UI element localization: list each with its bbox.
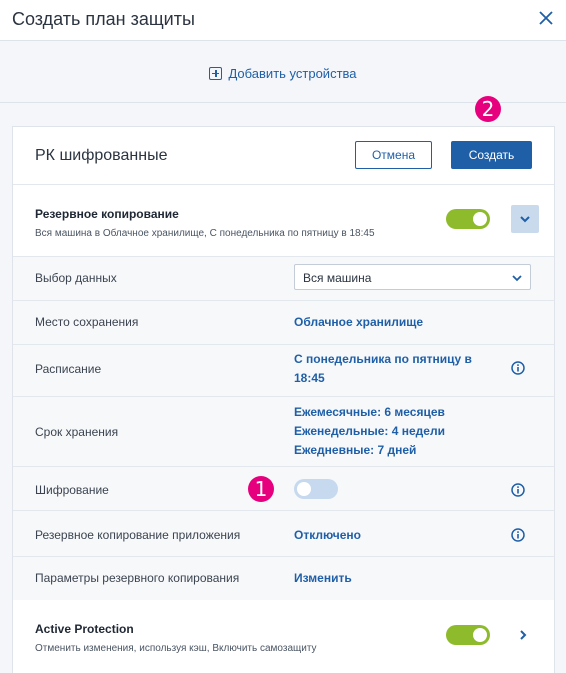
collapse-backup-button[interactable] (511, 205, 539, 233)
active-protection-section[interactable]: Active Protection Отменить изменения, ис… (13, 600, 554, 673)
backup-module-toggle[interactable] (446, 209, 490, 229)
divider (13, 396, 554, 397)
data-selection-dropdown[interactable]: Вся машина (294, 264, 531, 290)
retention-weekly[interactable]: Еженедельные: 4 недели (294, 424, 445, 438)
dialog-title: Создать план защиты (12, 9, 195, 29)
divider (13, 344, 554, 345)
chevron-down-icon (520, 216, 530, 223)
step-badge-2: 2 (475, 96, 501, 122)
destination-value[interactable]: Облачное хранилище (294, 315, 423, 329)
chevron-right-icon[interactable] (519, 629, 527, 641)
create-button[interactable]: Создать (451, 141, 532, 169)
plan-card: РК шифрованные Отмена Создать Резервное … (12, 126, 555, 673)
schedule-value-line2[interactable]: 18:45 (294, 371, 325, 385)
add-box-icon (209, 67, 223, 80)
cancel-button[interactable]: Отмена (355, 141, 432, 169)
retention-label: Срок хранения (35, 425, 119, 439)
backup-options-label: Параметры резервного копирования (35, 571, 240, 585)
active-protection-toggle[interactable] (446, 625, 490, 645)
divider (13, 466, 554, 467)
backup-options-value[interactable]: Изменить (294, 571, 352, 585)
info-icon[interactable] (511, 361, 525, 375)
close-icon[interactable] (536, 8, 556, 28)
divider (13, 510, 554, 511)
divider (13, 556, 554, 557)
divider (13, 300, 554, 301)
divider (13, 256, 554, 257)
chevron-down-icon (512, 275, 522, 282)
backup-module-summary: Вся машина в Облачное хранилище, С понед… (35, 228, 375, 239)
schedule-label: Расписание (35, 362, 102, 376)
info-icon[interactable] (511, 528, 525, 542)
active-protection-title: Active Protection (35, 622, 134, 636)
plan-name[interactable]: РК шифрованные (35, 147, 167, 165)
add-devices-label: Добавить устройства (228, 66, 357, 81)
info-icon[interactable] (511, 483, 525, 497)
dialog-header: Создать план защиты (0, 0, 566, 41)
add-devices-link[interactable]: Добавить устройства (0, 66, 566, 81)
step-badge-1: 1 (248, 476, 274, 502)
app-backup-value[interactable]: Отключено (294, 528, 361, 542)
active-protection-summary: Отменить изменения, используя кэш, Включ… (35, 643, 317, 654)
retention-monthly[interactable]: Ежемесячные: 6 месяцев (294, 405, 445, 419)
divider (13, 184, 554, 185)
backup-module-title: Резервное копирование (35, 207, 179, 221)
retention-daily[interactable]: Ежедневные: 7 дней (294, 443, 416, 457)
destination-label: Место сохранения (35, 315, 139, 329)
data-selection-value: Вся машина (303, 271, 372, 285)
app-backup-label: Резервное копирование приложения (35, 528, 241, 542)
data-selection-label: Выбор данных (35, 271, 117, 285)
encryption-toggle[interactable] (294, 479, 338, 499)
schedule-value-line1[interactable]: С понедельника по пятницу в (294, 352, 472, 366)
encryption-label: Шифрование (35, 483, 109, 497)
